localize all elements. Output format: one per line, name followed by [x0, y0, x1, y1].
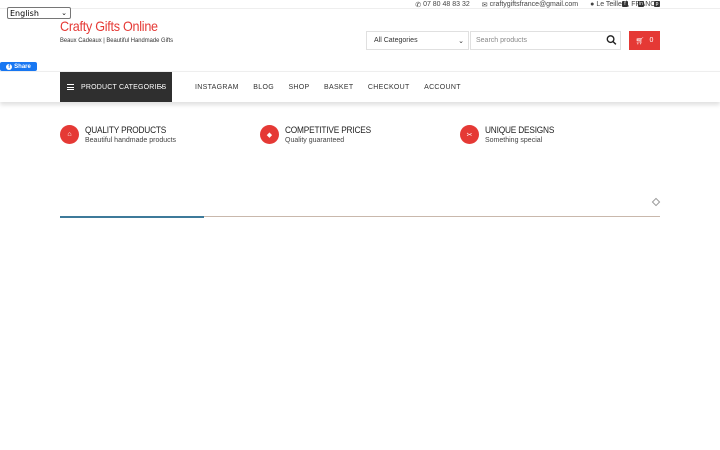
product-categories-toggle[interactable]: PRODUCT CATEGORIES ⌄ [60, 72, 172, 102]
slider-pagination-dot[interactable] [651, 197, 661, 207]
phone-number: 07 80 48 83 32 [423, 1, 470, 8]
envelope-icon: ✉ [481, 1, 488, 9]
feature-quality: ⌂ QUALITY PRODUCTS Beautiful handmade pr… [60, 125, 176, 144]
pinterest-icon[interactable]: p [654, 1, 660, 7]
feature-designs: ✂︎ UNIQUE DESIGNS Something special [460, 125, 560, 144]
search-placeholder: Search products [476, 37, 527, 44]
chevron-down-icon: ⌄ [158, 81, 165, 90]
cart-button[interactable]: 🛒︎ 0 [629, 31, 660, 50]
feature-title: QUALITY PRODUCTS [85, 125, 167, 135]
site-title[interactable]: Crafty Gifts Online [60, 18, 158, 34]
feature-subtitle: Beautiful handmade products [85, 137, 177, 144]
slider-progress-fill [60, 215, 204, 218]
linkedin-icon[interactable]: in [638, 1, 644, 7]
category-selected: All Categories [374, 37, 418, 44]
facebook-icon[interactable]: f [622, 1, 628, 7]
phone-item: ✆ 07 80 48 83 32 [415, 1, 470, 9]
nav-menu: INSTAGRAM BLOG SHOP BASKET CHECKOUT ACCO… [195, 72, 475, 102]
search-input[interactable]: Search products [470, 31, 621, 50]
product-categories-label: PRODUCT CATEGORIES [81, 83, 167, 91]
feature-title: COMPETITIVE PRICES [285, 125, 371, 135]
share-label: Share [14, 63, 31, 70]
email-address: craftygiftsfrance@gmail.com [489, 1, 579, 8]
feature-prices: ◆ COMPETITIVE PRICES Quality guaranteed [260, 125, 378, 144]
nav-item-checkout[interactable]: CHECKOUT [368, 84, 410, 91]
nav-item-instagram[interactable]: INSTAGRAM [195, 84, 239, 91]
feature-subtitle: Quality guaranteed [285, 137, 345, 144]
phone-icon: ✆ [415, 1, 422, 9]
chevron-down-icon: ⌄ [458, 38, 464, 45]
nav-item-account[interactable]: ACCOUNT [424, 84, 461, 91]
feature-title: UNIQUE DESIGNS [485, 125, 555, 135]
map-marker-icon: ● [590, 1, 595, 8]
cart-count: 0 [649, 37, 654, 44]
feature-subtitle: Something special [485, 137, 543, 144]
nav-item-blog[interactable]: BLOG [253, 84, 274, 91]
home-icon: ⌂ [60, 125, 79, 144]
facebook-icon: f [6, 63, 13, 70]
nav-item-basket[interactable]: BASKET [324, 84, 353, 91]
facebook-share-button[interactable]: f Share [0, 62, 37, 71]
slider-progress-track [60, 215, 660, 218]
scissors-icon: ✂︎ [460, 125, 479, 144]
search-icon[interactable] [606, 34, 617, 46]
cart-icon: 🛒︎ [635, 37, 645, 45]
chevron-down-icon: ⌄ [61, 9, 67, 17]
site-tagline: Beaux Cadeaux | Beautiful Handmade Gifts [60, 37, 174, 44]
language-selected: English [10, 8, 39, 18]
tags-icon: ◆ [260, 125, 279, 144]
nav-item-shop[interactable]: SHOP [288, 84, 309, 91]
location-text: Le Teilleul, FRANCE [596, 1, 660, 8]
email-item[interactable]: ✉ craftygiftsfrance@gmail.com [482, 1, 578, 9]
category-select[interactable]: All Categories ⌄ [366, 31, 469, 50]
menu-icon [67, 83, 74, 91]
